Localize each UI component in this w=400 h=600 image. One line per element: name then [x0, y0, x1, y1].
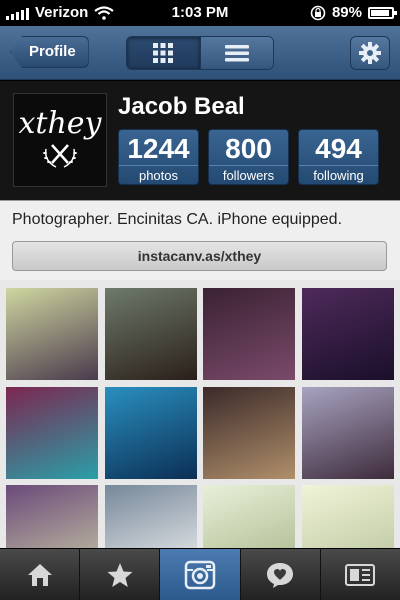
profile-header: xthey Jacob Beal 1244 photos 800 followe… [0, 81, 400, 200]
bio-text: Photographer. Encinitas CA. iPhone equip… [12, 211, 343, 228]
list-icon [224, 45, 249, 62]
stats-row: 1244 photos 800 followers 494 following [118, 129, 379, 185]
photo-thumbnail[interactable] [104, 288, 197, 380]
photo-thumbnail[interactable] [104, 485, 197, 548]
photo-thumbnail[interactable] [6, 386, 98, 479]
photo-thumbnail[interactable] [301, 485, 394, 548]
stat-value: 800 [225, 133, 272, 164]
stat-photos[interactable]: 1244 photos [118, 129, 199, 185]
stat-followers[interactable]: 800 followers [208, 129, 289, 185]
stat-label: following [299, 165, 378, 184]
activity-icon [267, 562, 294, 588]
stat-value: 494 [315, 133, 362, 164]
list-view-button[interactable] [199, 37, 273, 69]
photo-thumbnail[interactable] [301, 288, 394, 380]
tab-home[interactable] [0, 549, 81, 600]
tab-camera[interactable] [160, 549, 241, 600]
tab-bar [0, 548, 400, 600]
battery-icon [368, 6, 397, 19]
gear-icon [359, 42, 381, 64]
photo-thumbnail[interactable] [203, 485, 295, 548]
grid-view-button[interactable] [127, 37, 200, 69]
photo-grid [0, 280, 400, 548]
profile-icon [345, 563, 376, 586]
battery-percent: 89% [331, 4, 362, 21]
rotation-lock-icon [310, 5, 326, 20]
view-mode-toggle [126, 36, 274, 70]
bio-section: Photographer. Encinitas CA. iPhone equip… [0, 200, 400, 280]
avatar[interactable]: xthey [13, 93, 107, 187]
stat-following[interactable]: 494 following [298, 129, 379, 185]
tab-profile[interactable] [321, 549, 400, 600]
tab-popular[interactable] [80, 549, 161, 600]
camera-icon [184, 560, 216, 589]
profile-name: Jacob Beal [118, 93, 245, 120]
photo-thumbnail[interactable] [104, 386, 197, 479]
website-link[interactable]: instacanv.as/xthey [12, 241, 387, 271]
star-icon [107, 562, 133, 587]
avatar-logo-text: xthey [18, 106, 102, 141]
navigation-bar: Profile [0, 26, 400, 80]
photo-thumbnail[interactable] [203, 386, 295, 479]
grid-icon [153, 43, 174, 63]
photo-thumbnail[interactable] [6, 288, 98, 380]
status-bar: Verizon 1:03 PM 89% [0, 0, 400, 26]
stat-value: 1244 [127, 133, 190, 164]
home-icon [27, 563, 52, 586]
photo-thumbnail[interactable] [6, 485, 98, 548]
stat-label: photos [119, 165, 198, 184]
photo-thumbnail[interactable] [301, 386, 394, 479]
crossed-laurel-icon [43, 144, 77, 168]
profile-back-button[interactable]: Profile [10, 36, 89, 68]
tab-activity[interactable] [241, 549, 321, 600]
settings-button[interactable] [350, 36, 390, 70]
stat-label: followers [209, 165, 288, 184]
photo-thumbnail[interactable] [203, 288, 295, 380]
